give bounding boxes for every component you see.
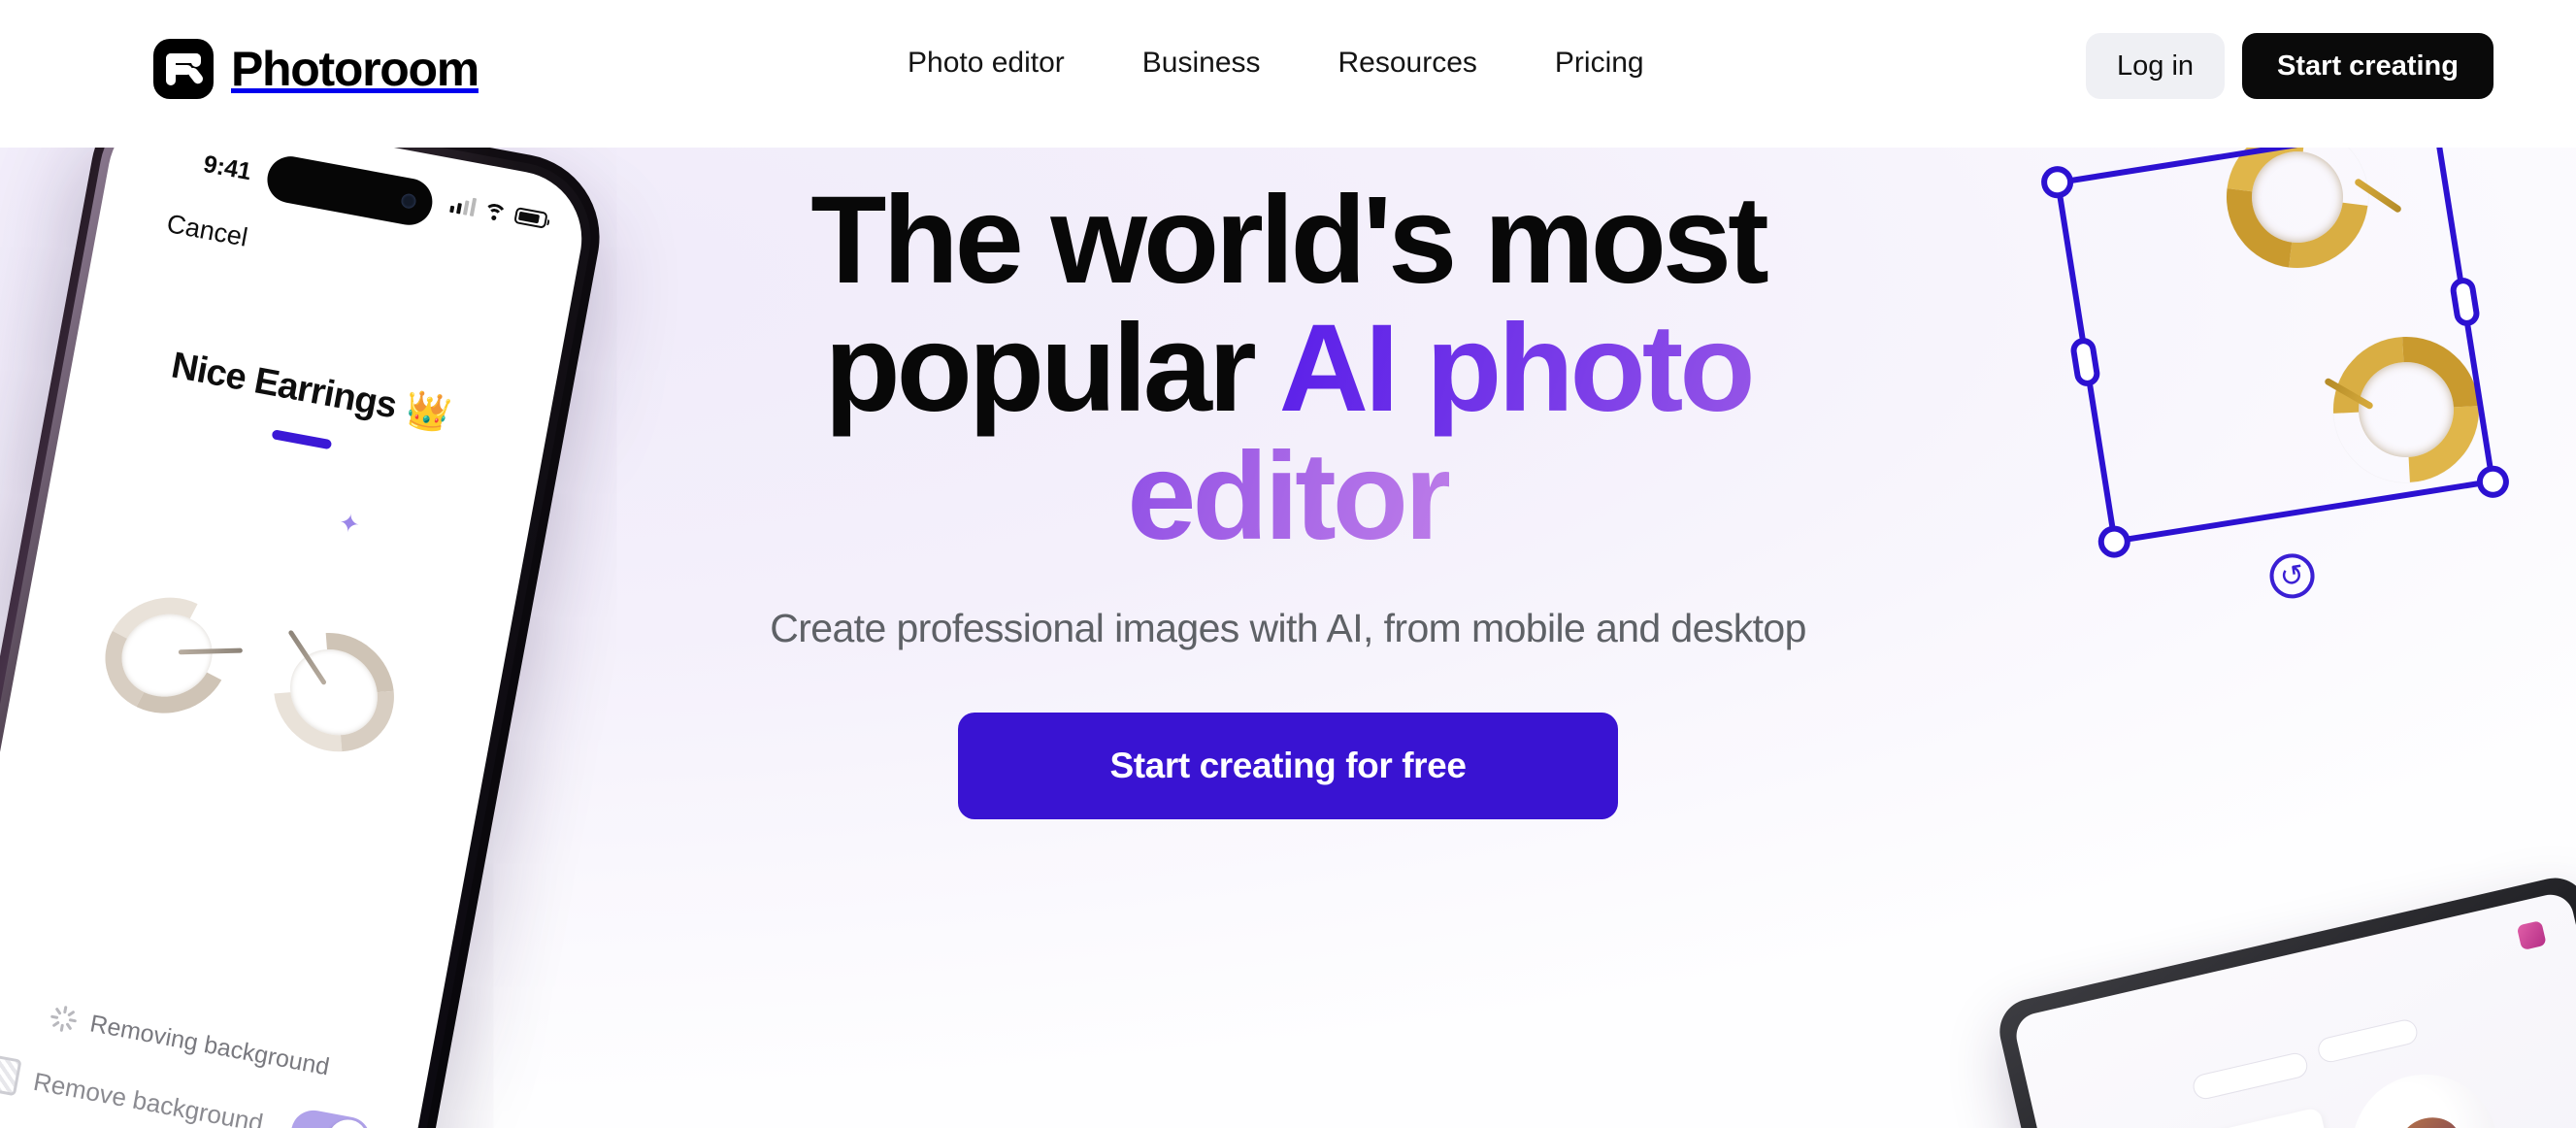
phone-progress-label: Removing background — [87, 1010, 332, 1081]
selection-handle-bottom-right[interactable] — [2474, 463, 2512, 501]
front-camera-icon — [400, 192, 417, 210]
toggle-knob — [325, 1116, 371, 1128]
hero-cta-wrap: Start creating for free — [706, 713, 1870, 820]
checkerboard-transparency-icon — [0, 1053, 22, 1097]
start-creating-button[interactable]: Start creating — [2242, 33, 2493, 99]
phone-dynamic-island — [263, 152, 437, 229]
laptop-toolbar-pill-one — [2191, 1050, 2310, 1102]
phone-status-icons — [448, 194, 548, 230]
laptop-canvas-card — [2160, 1107, 2353, 1128]
phone-product-image — [77, 569, 435, 811]
photoroom-landing-page: Photoroom Photo editor Business Resource… — [0, 0, 2576, 1128]
phone-remove-background-label: Remove background — [31, 1066, 266, 1128]
nav-item-resources[interactable]: Resources — [1338, 47, 1477, 80]
sparkle-icon: ✦ — [336, 507, 363, 540]
start-creating-for-free-button[interactable]: Start creating for free — [958, 713, 1618, 820]
wifi-icon — [480, 201, 509, 229]
laptop-toolbar-pill-two — [2315, 1016, 2420, 1065]
primary-navigation: Photo editor Business Resources Pricing — [908, 47, 1644, 80]
phone-body: 9:41 Cancel Nice Earrings 👑 ✦ Removing b… — [0, 148, 613, 1128]
phone-screen: 9:41 Cancel Nice Earrings 👑 ✦ Removing b… — [0, 148, 593, 1128]
log-in-button[interactable]: Log in — [2086, 33, 2226, 99]
logo-wordmark: Photoroom — [231, 42, 479, 96]
nav-item-photo-editor[interactable]: Photo editor — [908, 47, 1065, 80]
battery-icon — [513, 207, 548, 229]
earring-right-graphic — [249, 608, 418, 777]
selection-handle-left-middle[interactable] — [2068, 336, 2102, 388]
hero-section: 9:41 Cancel Nice Earrings 👑 ✦ Removing b… — [0, 148, 2576, 1128]
selection-bounding-box[interactable]: ↺ — [2038, 148, 2512, 602]
selection-handle-right-middle[interactable] — [2448, 276, 2482, 328]
phone-status-time: 9:41 — [201, 149, 253, 186]
loading-spinner-icon — [49, 1004, 79, 1034]
nav-item-pricing[interactable]: Pricing — [1555, 47, 1644, 80]
selection-handle-top-left[interactable] — [2038, 163, 2076, 201]
remove-background-toggle[interactable] — [287, 1107, 375, 1128]
photoroom-logo-link[interactable]: Photoroom — [153, 39, 479, 99]
laptop-shell — [1993, 871, 2576, 1128]
hero-subheadline: Create professional images with AI, from… — [770, 606, 1806, 651]
phone-title-underline — [271, 429, 333, 450]
laptop-app-logo-icon — [2516, 919, 2547, 951]
selection-handle-bottom-left[interactable] — [2096, 523, 2133, 560]
header-actions: Log in Start creating — [2086, 33, 2493, 99]
nav-item-business[interactable]: Business — [1142, 47, 1261, 80]
cellular-signal-icon — [448, 194, 478, 217]
phone-cancel-button[interactable]: Cancel — [164, 209, 249, 253]
laptop-screen — [2011, 889, 2576, 1128]
rotate-handle-icon[interactable]: ↺ — [2266, 550, 2318, 602]
page-title: The world's most popular AI photo editor — [706, 177, 1870, 560]
hero-content: The world's most popular AI photo editor… — [706, 177, 1870, 820]
phone-mockup: 9:41 Cancel Nice Earrings 👑 ✦ Removing b… — [0, 148, 671, 1128]
earring-left-graphic — [90, 581, 244, 729]
photoroom-logo-icon — [153, 39, 214, 99]
site-header: Photoroom Photo editor Business Resource… — [0, 0, 2576, 148]
earrings-selection-art: ↺ — [2038, 148, 2576, 643]
laptop-mockup — [1993, 871, 2576, 1128]
